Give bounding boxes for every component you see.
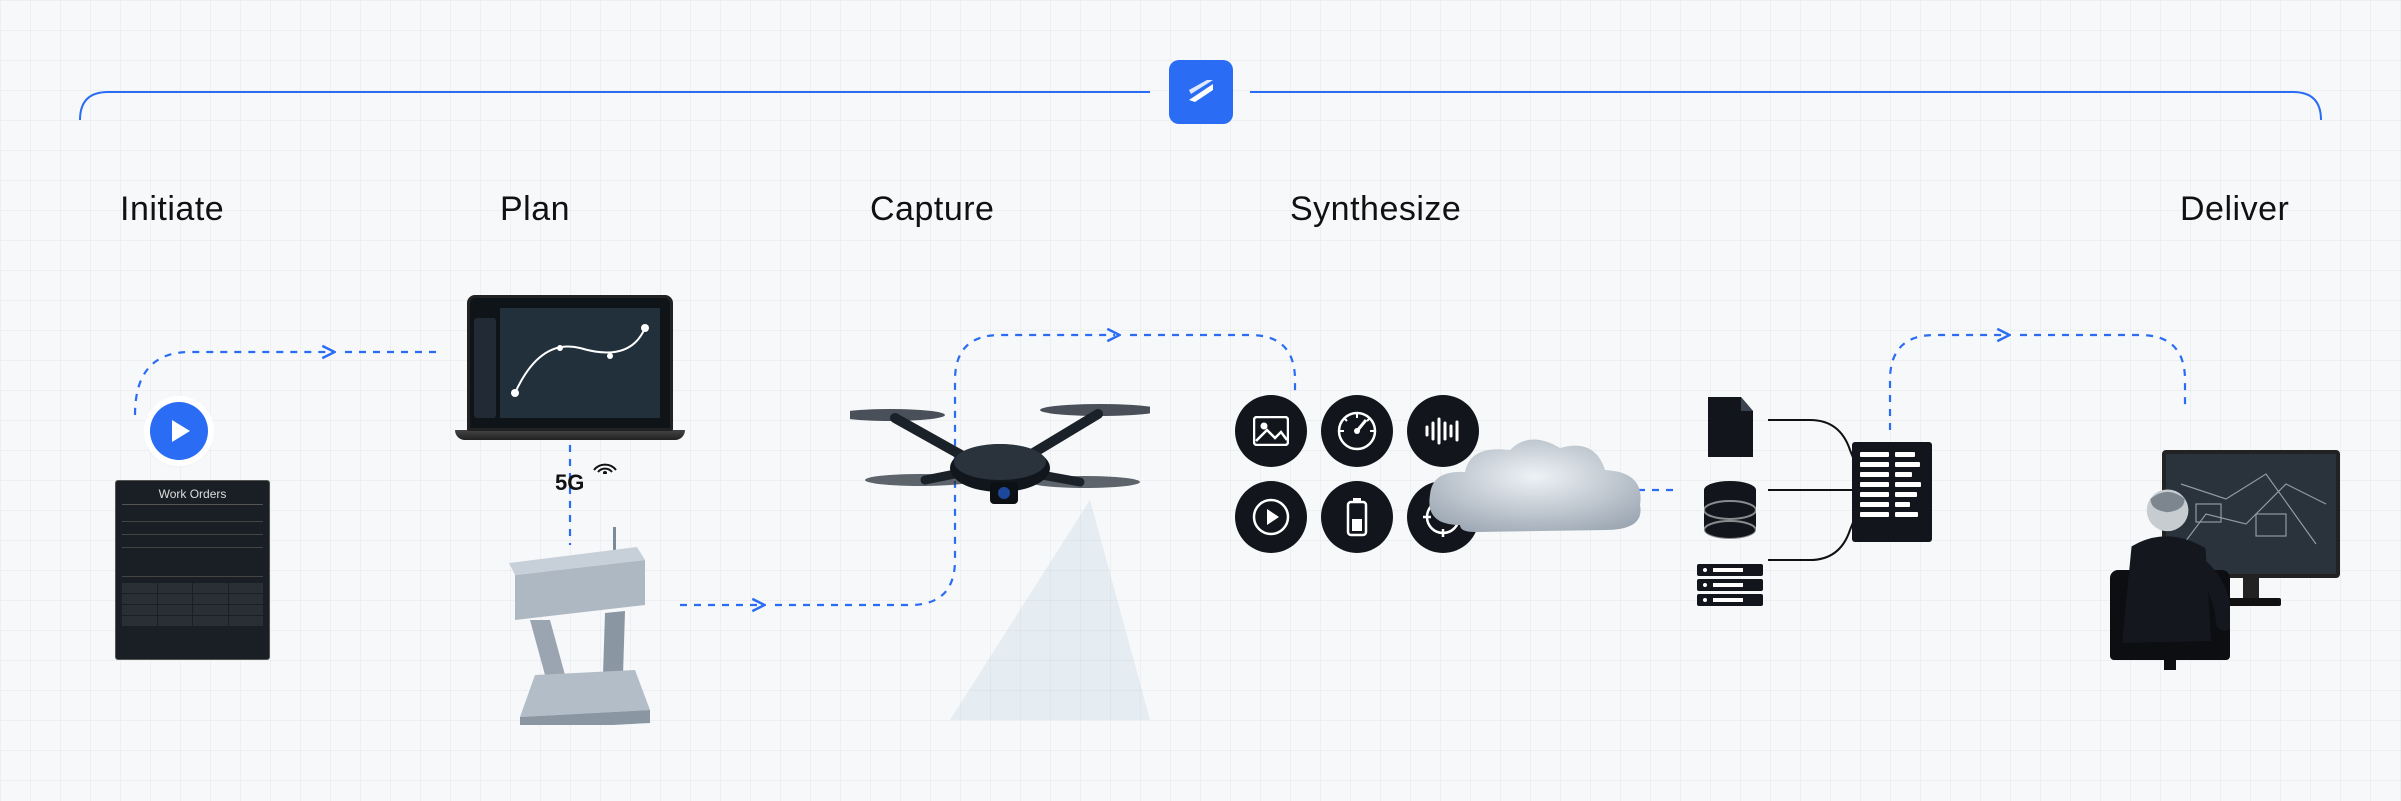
cloud-compute bbox=[1420, 430, 1650, 550]
server-icon bbox=[1695, 562, 1765, 608]
initiate-play-button[interactable] bbox=[150, 402, 208, 460]
flight-route-map bbox=[500, 308, 660, 418]
document-icon bbox=[1703, 395, 1758, 460]
storage-stack bbox=[1695, 395, 1765, 608]
work-orders-document: Work Orders bbox=[115, 480, 270, 660]
planning-laptop bbox=[455, 295, 685, 440]
brand-logo-icon bbox=[1183, 74, 1219, 110]
wireless-signal-icon bbox=[590, 452, 620, 474]
stage-label-initiate: Initiate bbox=[120, 190, 224, 229]
stage-label-plan: Plan bbox=[500, 190, 570, 229]
operator-workstation bbox=[2080, 430, 2340, 660]
operator-person bbox=[2090, 480, 2230, 660]
stage-label-deliver: Deliver bbox=[2180, 190, 2289, 229]
image-icon bbox=[1235, 395, 1307, 467]
laptop-screen bbox=[467, 295, 673, 431]
stage-label-capture: Capture bbox=[870, 190, 994, 229]
docking-station bbox=[495, 525, 665, 725]
generated-report bbox=[1852, 442, 1932, 542]
work-orders-title: Work Orders bbox=[122, 487, 263, 505]
battery-icon bbox=[1321, 481, 1393, 553]
database-icon bbox=[1699, 480, 1761, 542]
brand-logo-badge bbox=[1169, 60, 1233, 124]
play-icon bbox=[1235, 481, 1307, 553]
gauge-icon bbox=[1321, 395, 1393, 467]
sensor-beam bbox=[950, 500, 1150, 720]
network-label: 5G bbox=[555, 470, 584, 496]
stage-label-synthesize: Synthesize bbox=[1290, 190, 1461, 229]
